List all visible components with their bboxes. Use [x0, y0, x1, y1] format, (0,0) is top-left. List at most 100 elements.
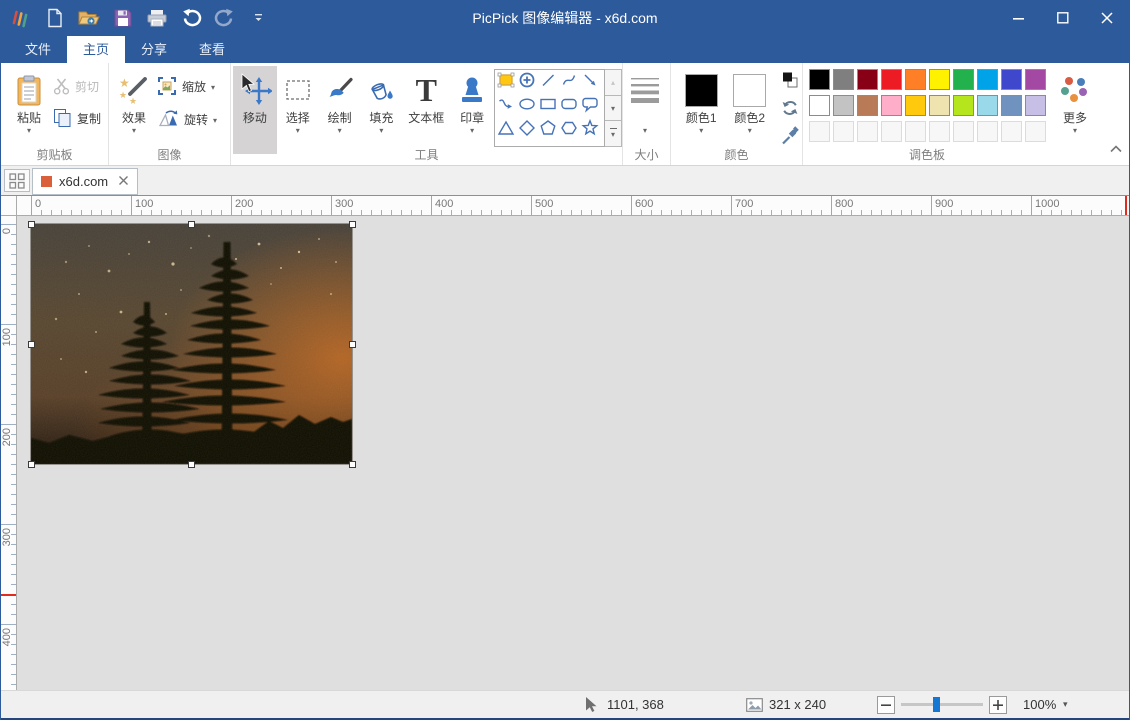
selection-handle[interactable] [349, 221, 356, 228]
shape-highlight-rect-icon[interactable] [496, 70, 516, 95]
palette-swatch[interactable] [977, 95, 998, 116]
selection-handle[interactable] [349, 341, 356, 348]
fill-tool-button[interactable]: 填充 ▾ [361, 66, 403, 154]
palette-swatch-empty[interactable] [1025, 121, 1046, 142]
draw-tool-button[interactable]: 绘制 ▾ [319, 66, 361, 154]
group-label-clipboard: 剪贴板 [1, 146, 108, 163]
document-tab-close-icon[interactable] [118, 173, 129, 191]
gallery-scroll-down-icon[interactable]: ▾ [605, 96, 622, 122]
swap-colors-icon[interactable] [778, 69, 802, 91]
palette-swatch[interactable] [953, 69, 974, 90]
palette-swatch[interactable] [833, 95, 854, 116]
reset-colors-icon[interactable] [778, 97, 802, 119]
shape-curve-arrow-icon[interactable] [496, 94, 516, 119]
palette-swatch-empty[interactable] [809, 121, 830, 142]
palette-swatch[interactable] [809, 69, 830, 90]
tab-share[interactable]: 分享 [125, 36, 183, 63]
palette-swatch[interactable] [881, 95, 902, 116]
color2-button[interactable]: 颜色2 ▾ [730, 66, 771, 154]
document-tab[interactable]: x6d.com [32, 168, 138, 195]
gallery-more-icon[interactable]: ▾ [605, 121, 622, 147]
canvas-image[interactable] [31, 224, 352, 464]
close-icon[interactable] [1085, 0, 1129, 36]
shape-line-icon[interactable] [538, 70, 558, 95]
stamp-tool-button[interactable]: 印章 ▾ [450, 66, 494, 154]
move-tool-button[interactable]: 移动 [233, 66, 277, 154]
tab-view[interactable]: 查看 [183, 36, 241, 63]
selection-handle[interactable] [188, 461, 195, 468]
palette-swatch[interactable] [1001, 95, 1022, 116]
cut-button[interactable]: 剪切 [53, 75, 101, 99]
h-ruler-label: 0 [35, 198, 41, 210]
palette-swatch-empty[interactable] [857, 121, 878, 142]
maximize-icon[interactable] [1041, 0, 1085, 36]
zoom-dropdown-icon[interactable]: ▾ [1063, 691, 1068, 718]
zoom-out-icon[interactable] [877, 696, 895, 714]
editor-canvas[interactable] [17, 216, 1130, 690]
palette-swatch[interactable] [905, 95, 926, 116]
palette-swatch[interactable] [857, 69, 878, 90]
rotate-button[interactable]: 旋转 ▾ [157, 108, 217, 132]
textbox-tool-button[interactable]: T 文本框 [402, 66, 450, 154]
palette-swatch[interactable] [905, 69, 926, 90]
paste-button[interactable]: 粘贴 ▾ [9, 66, 49, 154]
selection-handle[interactable] [349, 461, 356, 468]
selection-handle[interactable] [28, 341, 35, 348]
shape-pentagon-icon[interactable] [538, 118, 558, 143]
tab-home[interactable]: 主页 [67, 36, 125, 63]
shape-rounded-rectangle-icon[interactable] [559, 94, 579, 119]
svg-text:★: ★ [119, 90, 127, 100]
shape-ellipse-icon[interactable] [517, 94, 537, 119]
shape-star-icon[interactable] [580, 118, 600, 143]
palette-swatch[interactable] [809, 95, 830, 116]
effects-icon: ★ ★ ★ [118, 69, 150, 111]
effects-button[interactable]: ★ ★ ★ 效果 ▾ [113, 66, 155, 154]
collapse-ribbon-icon[interactable] [1109, 141, 1123, 159]
palette-swatch-empty[interactable] [1001, 121, 1022, 142]
selection-handle[interactable] [188, 221, 195, 228]
line-width-button[interactable]: ▾ [623, 66, 667, 154]
palette-swatch[interactable] [929, 69, 950, 90]
shape-circle-plus-icon[interactable] [517, 70, 537, 95]
palette-swatch[interactable] [929, 95, 950, 116]
eyedropper-icon[interactable] [778, 125, 802, 147]
shape-triangle-icon[interactable] [496, 118, 516, 143]
resize-button[interactable]: 缩放 ▾ [157, 75, 217, 99]
palette-swatch[interactable] [977, 69, 998, 90]
palette-swatch[interactable] [1001, 69, 1022, 90]
zoom-in-icon[interactable] [989, 696, 1007, 714]
shape-hexagon-icon[interactable] [559, 118, 579, 143]
palette-swatch-empty[interactable] [977, 121, 998, 142]
h-ruler-label: 800 [835, 198, 853, 210]
tab-file[interactable]: 文件 [9, 36, 67, 63]
zoom-slider[interactable] [901, 691, 983, 718]
ribbon-group-size: ▾ 大小 [623, 63, 671, 165]
tab-list-grid-icon[interactable] [4, 169, 30, 192]
selection-handle[interactable] [28, 461, 35, 468]
palette-swatch[interactable] [881, 69, 902, 90]
minimize-icon[interactable] [997, 0, 1041, 36]
palette-swatch-empty[interactable] [929, 121, 950, 142]
palette-swatch-empty[interactable] [905, 121, 926, 142]
selection-handle[interactable] [28, 221, 35, 228]
color1-button[interactable]: 颜色1 ▾ [681, 66, 722, 154]
shape-speech-bubble-icon[interactable] [580, 94, 600, 119]
palette-swatch-empty[interactable] [881, 121, 902, 142]
palette-swatch[interactable] [833, 69, 854, 90]
palette-swatch[interactable] [1025, 95, 1046, 116]
more-colors-button[interactable]: 更多 ▾ [1053, 66, 1097, 154]
fill-dropdown-icon: ▾ [379, 126, 383, 135]
palette-swatch[interactable] [953, 95, 974, 116]
shape-curve-icon[interactable] [559, 70, 579, 95]
palette-swatch[interactable] [1025, 69, 1046, 90]
zoom-slider-handle[interactable] [933, 697, 940, 712]
palette-swatch[interactable] [857, 95, 878, 116]
palette-swatch-empty[interactable] [833, 121, 854, 142]
palette-swatch-empty[interactable] [953, 121, 974, 142]
shape-diamond-icon[interactable] [517, 118, 537, 143]
shape-rectangle-icon[interactable] [538, 94, 558, 119]
gallery-scroll-up-icon[interactable]: ▴ [605, 69, 622, 96]
select-tool-button[interactable]: 选择 ▾ [277, 66, 319, 154]
copy-button[interactable]: 复制 [53, 107, 101, 131]
shape-arrow-line-icon[interactable] [580, 70, 600, 95]
